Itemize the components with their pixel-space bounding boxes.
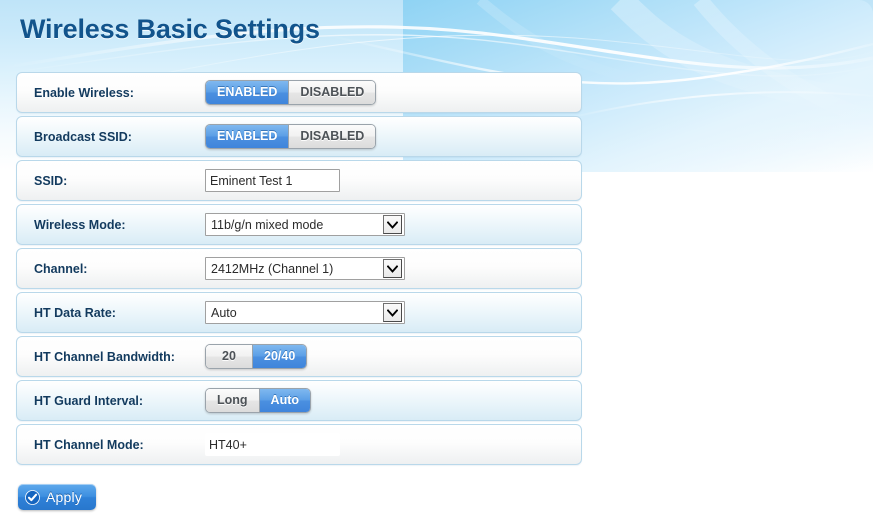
channel-value: 2412MHz (Channel 1) xyxy=(211,261,334,276)
label-enable-wireless: Enable Wireless: xyxy=(34,85,134,100)
toggle-option-auto[interactable]: Auto xyxy=(258,389,311,412)
control-enable-wireless: ENABLED DISABLED xyxy=(205,80,581,105)
ht-data-rate-value: Auto xyxy=(211,305,237,320)
ht-channel-mode-input[interactable] xyxy=(205,433,340,456)
toggle-option-enabled[interactable]: ENABLED xyxy=(206,125,289,148)
toggle-option-disabled[interactable]: DISABLED xyxy=(288,125,376,148)
control-channel: 2412MHz (Channel 1) xyxy=(205,257,581,280)
toggle-option-enabled[interactable]: ENABLED xyxy=(206,81,289,104)
label-broadcast-ssid: Broadcast SSID: xyxy=(34,129,132,144)
label-wireless-mode: Wireless Mode: xyxy=(34,217,126,232)
chevron-down-icon[interactable] xyxy=(383,259,402,278)
label-ht-data-rate: HT Data Rate: xyxy=(34,305,116,320)
toggle-option-disabled[interactable]: DISABLED xyxy=(288,81,376,104)
chevron-down-icon[interactable] xyxy=(383,215,402,234)
control-ssid xyxy=(205,169,581,192)
row-ht-guard-interval: HT Guard Interval: Long Auto xyxy=(16,380,582,421)
label-ht-channel-mode: HT Channel Mode: xyxy=(34,437,144,452)
row-ht-channel-mode: HT Channel Mode: xyxy=(16,424,582,465)
row-wireless-mode: Wireless Mode: 11b/g/n mixed mode xyxy=(16,204,582,245)
label-channel: Channel: xyxy=(34,261,88,276)
control-ht-data-rate: Auto xyxy=(205,301,581,324)
settings-form: Enable Wireless: ENABLED DISABLED Broadc… xyxy=(16,72,582,468)
apply-button[interactable]: Apply xyxy=(18,484,97,510)
apply-button-container: Apply xyxy=(18,484,97,510)
control-ht-channel-mode xyxy=(205,433,581,456)
check-circle-icon xyxy=(25,489,40,505)
row-broadcast-ssid: Broadcast SSID: ENABLED DISABLED xyxy=(16,116,582,157)
ht-data-rate-select[interactable]: Auto xyxy=(205,301,405,324)
row-ht-data-rate: HT Data Rate: Auto xyxy=(16,292,582,333)
wireless-mode-select[interactable]: 11b/g/n mixed mode xyxy=(205,213,405,236)
page-title: Wireless Basic Settings xyxy=(20,14,320,44)
wireless-mode-value: 11b/g/n mixed mode xyxy=(211,217,324,232)
chevron-down-icon[interactable] xyxy=(383,303,402,322)
row-ssid: SSID: xyxy=(16,160,582,201)
control-broadcast-ssid: ENABLED DISABLED xyxy=(205,124,581,149)
toggle-option-20-40[interactable]: 20/40 xyxy=(252,345,307,368)
toggle-option-20[interactable]: 20 xyxy=(206,345,252,368)
label-ht-guard-interval: HT Guard Interval: xyxy=(34,393,144,408)
label-ssid: SSID: xyxy=(34,173,68,188)
toggle-enable-wireless[interactable]: ENABLED DISABLED xyxy=(205,80,377,105)
label-ht-channel-bandwidth: HT Channel Bandwidth: xyxy=(34,349,175,364)
row-enable-wireless: Enable Wireless: ENABLED DISABLED xyxy=(16,72,582,113)
ssid-input[interactable] xyxy=(205,169,340,192)
row-ht-channel-bandwidth: HT Channel Bandwidth: 20 20/40 xyxy=(16,336,582,377)
toggle-option-long[interactable]: Long xyxy=(206,389,259,412)
control-ht-channel-bandwidth: 20 20/40 xyxy=(205,344,581,369)
toggle-ht-channel-bandwidth[interactable]: 20 20/40 xyxy=(205,344,308,369)
row-channel: Channel: 2412MHz (Channel 1) xyxy=(16,248,582,289)
toggle-ht-guard-interval[interactable]: Long Auto xyxy=(205,388,312,413)
control-ht-guard-interval: Long Auto xyxy=(205,388,581,413)
channel-select[interactable]: 2412MHz (Channel 1) xyxy=(205,257,405,280)
control-wireless-mode: 11b/g/n mixed mode xyxy=(205,213,581,236)
toggle-broadcast-ssid[interactable]: ENABLED DISABLED xyxy=(205,124,377,149)
apply-button-label: Apply xyxy=(46,489,83,505)
wireless-basic-settings-page: Wireless Basic Settings Enable Wireless:… xyxy=(0,0,873,521)
